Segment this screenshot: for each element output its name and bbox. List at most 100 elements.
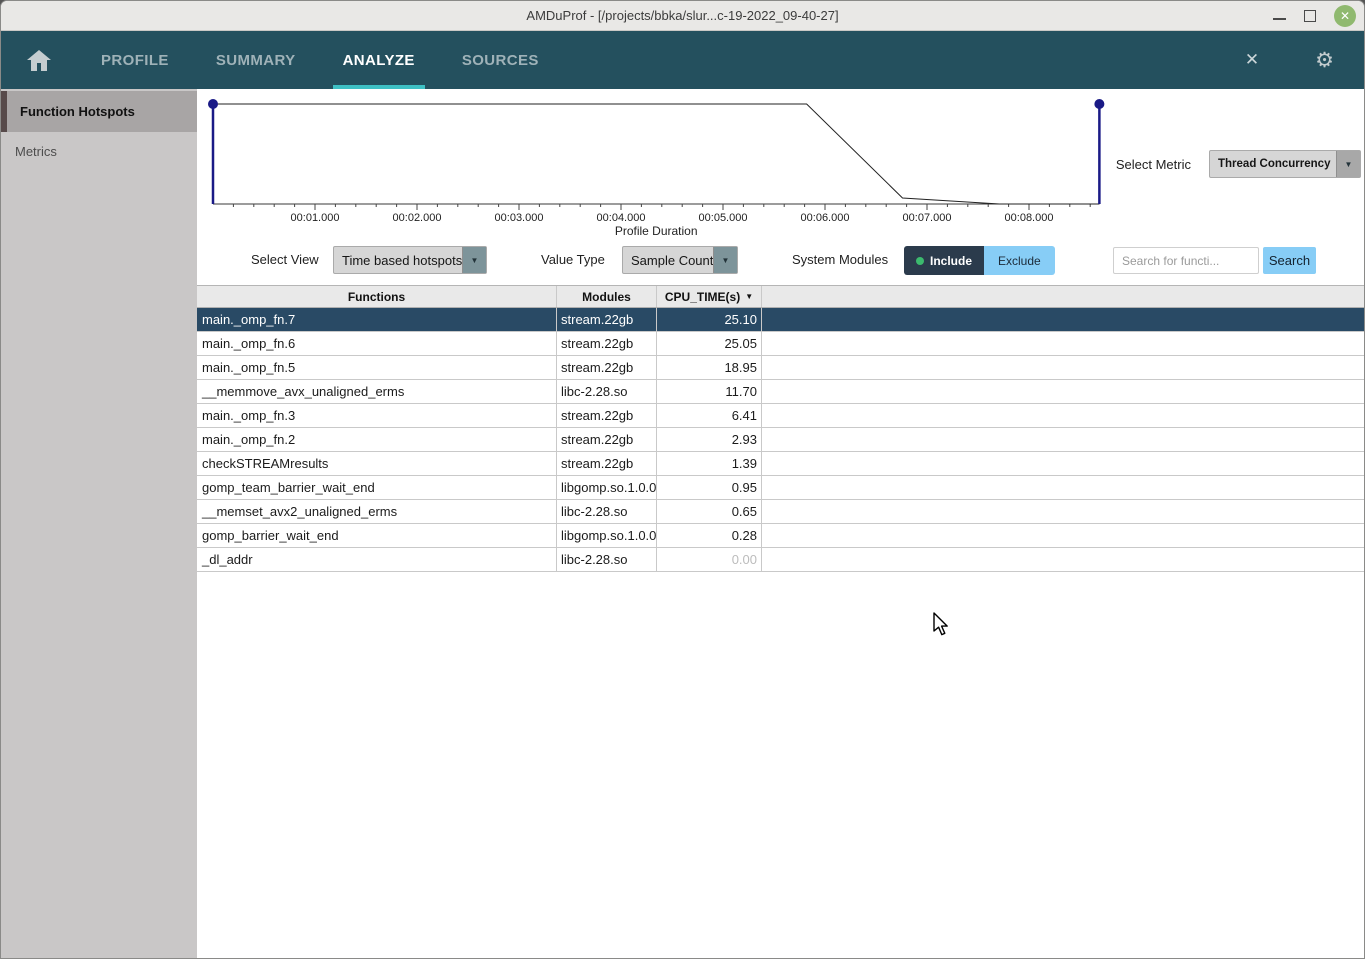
cell-module: libc-2.28.so <box>557 380 657 403</box>
include-label: Include <box>930 254 972 268</box>
metric-dropdown-value: Thread Concurrency <box>1210 158 1336 170</box>
cell-module: stream.22gb <box>557 428 657 451</box>
cell-function: main._omp_fn.3 <box>197 404 557 427</box>
table-row[interactable]: main._omp_fn.2stream.22gb2.93 <box>197 428 1365 452</box>
tab-sources[interactable]: SOURCES <box>452 31 549 89</box>
cell-module: libgomp.so.1.0.0 <box>557 476 657 499</box>
system-modules-label: System Modules <box>792 252 888 267</box>
cell-module: libc-2.28.so <box>557 500 657 523</box>
cell-function: __memset_avx2_unaligned_erms <box>197 500 557 523</box>
table-row[interactable]: checkSTREAMresultsstream.22gb1.39 <box>197 452 1365 476</box>
system-modules-toggle: Include Exclude <box>904 246 1055 275</box>
table-header-row: Functions Modules CPU_TIME(s) ▼ <box>197 285 1365 308</box>
cell-function: gomp_barrier_wait_end <box>197 524 557 547</box>
column-header-modules[interactable]: Modules <box>557 286 657 307</box>
cell-cpu-time: 18.95 <box>657 356 762 379</box>
table-row[interactable]: _dl_addrlibc-2.28.so0.00 <box>197 548 1365 572</box>
amduprof-window: AMDuProf - [/projects/bbka/slur...c-19-2… <box>0 0 1365 959</box>
settings-gear-icon[interactable]: ⚙ <box>1315 48 1334 73</box>
table-row[interactable]: gomp_team_barrier_wait_endlibgomp.so.1.0… <box>197 476 1365 500</box>
svg-text:00:07.000: 00:07.000 <box>903 212 952 224</box>
column-header-cpu-time[interactable]: CPU_TIME(s) ▼ <box>657 286 762 307</box>
tab-analyze[interactable]: ANALYZE <box>333 31 425 89</box>
cell-cpu-time: 25.10 <box>657 308 762 331</box>
cell-module: stream.22gb <box>557 404 657 427</box>
cell-module: stream.22gb <box>557 452 657 475</box>
cell-module: libgomp.so.1.0.0 <box>557 524 657 547</box>
include-active-dot-icon <box>916 257 924 265</box>
table-row[interactable]: gomp_barrier_wait_endlibgomp.so.1.0.00.2… <box>197 524 1365 548</box>
cell-filler <box>762 548 1365 571</box>
svg-text:00:06.000: 00:06.000 <box>801 212 850 224</box>
navbar: PROFILE SUMMARY ANALYZE SOURCES ✕ ⚙ <box>1 31 1364 89</box>
chevron-down-icon: ▼ <box>1336 151 1360 177</box>
svg-text:Profile Duration: Profile Duration <box>615 224 698 238</box>
value-type-dropdown[interactable]: Sample Count ▼ <box>622 246 738 274</box>
minimize-button[interactable] <box>1273 7 1286 20</box>
value-type-value: Sample Count <box>623 253 713 268</box>
cell-cpu-time: 0.28 <box>657 524 762 547</box>
home-icon <box>27 50 51 71</box>
table-row[interactable]: __memmove_avx_unaligned_ermslibc-2.28.so… <box>197 380 1365 404</box>
cell-cpu-time: 11.70 <box>657 380 762 403</box>
exclude-toggle-button[interactable]: Exclude <box>984 246 1055 275</box>
cell-filler <box>762 356 1365 379</box>
svg-text:00:08.000: 00:08.000 <box>1005 212 1054 224</box>
table-row[interactable]: main._omp_fn.6stream.22gb25.05 <box>197 332 1365 356</box>
close-button[interactable]: ✕ <box>1334 5 1356 27</box>
cell-cpu-time: 0.65 <box>657 500 762 523</box>
function-search-input[interactable] <box>1113 247 1259 274</box>
cell-filler <box>762 308 1365 331</box>
exclude-label: Exclude <box>998 254 1041 268</box>
table-row[interactable]: main._omp_fn.5stream.22gb18.95 <box>197 356 1365 380</box>
sidebar-item-function-hotspots[interactable]: Function Hotspots <box>1 91 197 132</box>
chevron-down-icon: ▼ <box>462 247 486 273</box>
cell-filler <box>762 524 1365 547</box>
close-session-icon[interactable]: ✕ <box>1245 50 1259 70</box>
table-row[interactable]: main._omp_fn.3stream.22gb6.41 <box>197 404 1365 428</box>
include-toggle-button[interactable]: Include <box>904 246 984 275</box>
sort-desc-icon: ▼ <box>745 292 753 301</box>
table-body: main._omp_fn.7stream.22gb25.10main._omp_… <box>197 308 1365 572</box>
maximize-button[interactable] <box>1304 10 1316 22</box>
column-header-functions[interactable]: Functions <box>197 286 557 307</box>
svg-text:00:01.000: 00:01.000 <box>291 212 340 224</box>
cell-function: main._omp_fn.5 <box>197 356 557 379</box>
cell-cpu-time: 0.00 <box>657 548 762 571</box>
cell-module: libc-2.28.so <box>557 548 657 571</box>
table-row[interactable]: main._omp_fn.7stream.22gb25.10 <box>197 308 1365 332</box>
window-controls: ✕ <box>1273 1 1356 31</box>
cell-function: main._omp_fn.2 <box>197 428 557 451</box>
svg-text:00:02.000: 00:02.000 <box>393 212 442 224</box>
cell-function: _dl_addr <box>197 548 557 571</box>
search-button[interactable]: Search <box>1263 247 1316 274</box>
titlebar: AMDuProf - [/projects/bbka/slur...c-19-2… <box>1 1 1364 31</box>
navbar-actions: ✕ ⚙ <box>1245 31 1364 89</box>
cell-filler <box>762 332 1365 355</box>
cell-filler <box>762 404 1365 427</box>
select-view-dropdown[interactable]: Time based hotspots ▼ <box>333 246 487 274</box>
table-row[interactable]: __memset_avx2_unaligned_ermslibc-2.28.so… <box>197 500 1365 524</box>
cell-filler <box>762 452 1365 475</box>
svg-text:00:04.000: 00:04.000 <box>597 212 646 224</box>
cell-cpu-time: 0.95 <box>657 476 762 499</box>
cell-function: checkSTREAMresults <box>197 452 557 475</box>
tab-summary[interactable]: SUMMARY <box>206 31 306 89</box>
cell-cpu-time: 6.41 <box>657 404 762 427</box>
cell-filler <box>762 428 1365 451</box>
select-view-value: Time based hotspots <box>334 253 462 268</box>
sidebar: Function Hotspots Metrics <box>1 89 197 959</box>
sidebar-item-metrics[interactable]: Metrics <box>1 132 197 171</box>
tab-home[interactable] <box>27 31 51 89</box>
svg-text:00:03.000: 00:03.000 <box>495 212 544 224</box>
cell-module: stream.22gb <box>557 356 657 379</box>
select-view-label: Select View <box>251 252 319 267</box>
cell-filler <box>762 476 1365 499</box>
cell-cpu-time: 25.05 <box>657 332 762 355</box>
select-metric-group: Select Metric Thread Concurrency ▼ <box>1116 150 1361 178</box>
chevron-down-icon: ▼ <box>713 247 737 273</box>
tab-profile[interactable]: PROFILE <box>91 31 179 89</box>
cell-filler <box>762 380 1365 403</box>
metric-dropdown[interactable]: Thread Concurrency ▼ <box>1209 150 1361 178</box>
main-content: 00:01.000 00:02.000 00:03.000 00:04.000 00:0… <box>197 89 1364 959</box>
